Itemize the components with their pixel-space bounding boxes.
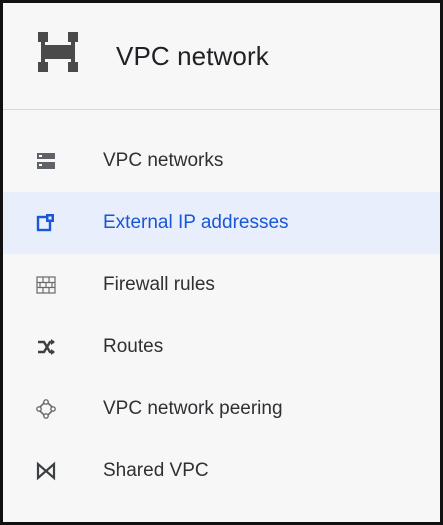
sidebar-item-label: Routes — [103, 336, 164, 357]
sidebar-item-vpc-networks[interactable]: VPC networks — [3, 130, 440, 192]
sidebar-nav: VPC networks External IP addresses Firew… — [3, 130, 440, 502]
vpc-networks-icon — [35, 150, 57, 172]
sidebar-panel: VPC network VPC networks External IP add… — [0, 0, 443, 525]
external-ip-icon — [35, 212, 57, 234]
page-title: VPC network — [116, 41, 269, 71]
sidebar-item-shared-vpc[interactable]: Shared VPC — [3, 440, 440, 502]
shared-vpc-icon — [35, 460, 57, 482]
sidebar-item-label: Firewall rules — [103, 274, 215, 295]
sidebar-item-label: External IP addresses — [103, 212, 289, 233]
sidebar-item-label: VPC networks — [103, 150, 224, 171]
peering-icon — [35, 398, 57, 420]
vpc-network-icon — [37, 31, 79, 73]
sidebar-item-firewall-rules[interactable]: Firewall rules — [3, 254, 440, 316]
sidebar-item-label: VPC network peering — [103, 398, 283, 419]
sidebar-item-label: Shared VPC — [103, 460, 209, 481]
firewall-icon — [35, 274, 57, 296]
sidebar-item-routes[interactable]: Routes — [3, 316, 440, 378]
sidebar-item-vpc-network-peering[interactable]: VPC network peering — [3, 378, 440, 440]
sidebar-item-external-ip-addresses[interactable]: External IP addresses — [3, 192, 440, 254]
sidebar-header: VPC network — [3, 3, 440, 110]
routes-icon — [35, 336, 57, 358]
